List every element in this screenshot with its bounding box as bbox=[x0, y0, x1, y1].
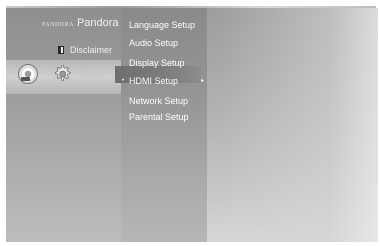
menu-item-language-setup[interactable]: Language Setup bbox=[129, 17, 195, 33]
menu-item-hdmi-setup[interactable]: • HDMI Setup ▸ bbox=[122, 73, 204, 89]
pandora-logo: PANDORA bbox=[42, 22, 74, 28]
menu-item-disclaimer[interactable]: Disclaimer bbox=[58, 44, 112, 56]
document-icon bbox=[58, 46, 64, 54]
menu-item-audio-setup[interactable]: Audio Setup bbox=[129, 35, 178, 51]
hdmi-setup-label: HDMI Setup bbox=[129, 76, 179, 86]
chevron-right-icon: ▸ bbox=[201, 78, 205, 84]
content-area bbox=[218, 8, 378, 242]
menu-item-pandora[interactable]: PANDORA Pandora bbox=[42, 17, 119, 31]
setup-label[interactable]: Setup bbox=[78, 70, 104, 81]
pandora-label: Pandora bbox=[76, 17, 119, 29]
disc-icon bbox=[18, 64, 38, 84]
menu-item-display-setup[interactable]: Display Setup bbox=[129, 55, 185, 71]
menu-item-network-setup[interactable]: Network Setup bbox=[129, 93, 188, 109]
menu-item-parental-setup[interactable]: Parental Setup bbox=[129, 109, 189, 125]
gear-icon[interactable] bbox=[52, 64, 72, 84]
selection-bullet-icon: • bbox=[122, 78, 125, 84]
disclaimer-label: Disclaimer bbox=[70, 45, 113, 55]
screen: PANDORA Pandora Disclaimer Setup Languag… bbox=[0, 0, 380, 246]
